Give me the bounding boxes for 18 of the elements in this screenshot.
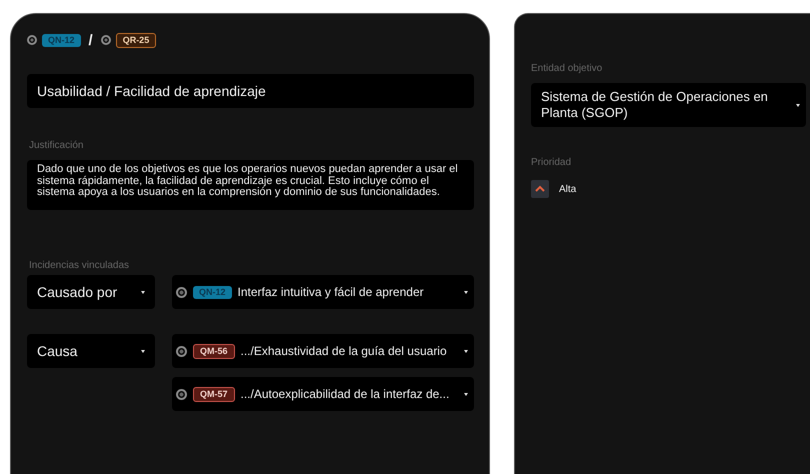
- priority-value: Alta: [559, 184, 576, 194]
- field-label: Justificación: [29, 140, 84, 151]
- separator: /: [88, 32, 93, 48]
- relation-dropdown[interactable]: Causa: [27, 334, 155, 368]
- field-label: Entidad objetivo: [531, 63, 604, 74]
- linked-issue-dropdown[interactable]: QM-56 .../Exhaustividad de la guía del usuario: [172, 334, 474, 368]
- radio-icon[interactable]: [27, 35, 37, 45]
- relation-dropdown[interactable]: Causado por: [27, 275, 155, 309]
- linked-issue-dropdown[interactable]: QM-57 .../Autoexplicabilidad de la interfaz de...: [172, 377, 474, 411]
- field-label: Prioridad: [531, 157, 572, 168]
- title-field[interactable]: Usabilidad / Facilidad de aprendizaje: [27, 74, 474, 108]
- radio-icon[interactable]: [100, 35, 111, 45]
- field-label: Incidencias vinculadas: [29, 260, 130, 271]
- linked-issue-dropdown[interactable]: QN-12 Interfaz intuitiva y fácil de aprender: [172, 275, 474, 309]
- code-badge[interactable]: QR-25: [116, 32, 156, 48]
- chevron-up-icon: [531, 180, 549, 198]
- target-dropdown[interactable]: Sistema de Gestión de Operaciones en Planta (SGOP): [531, 83, 806, 127]
- justification-field[interactable]: Dado que uno de los objetivos es que los operarios nuevos puedan aprender a usar el sistema rápidamente, la facilidad de aprendizaje es crucial. Esto incluye cómo el sistema apoya a los usuarios en la comprensión y dominio de sus funcionalidades.: [27, 160, 474, 210]
